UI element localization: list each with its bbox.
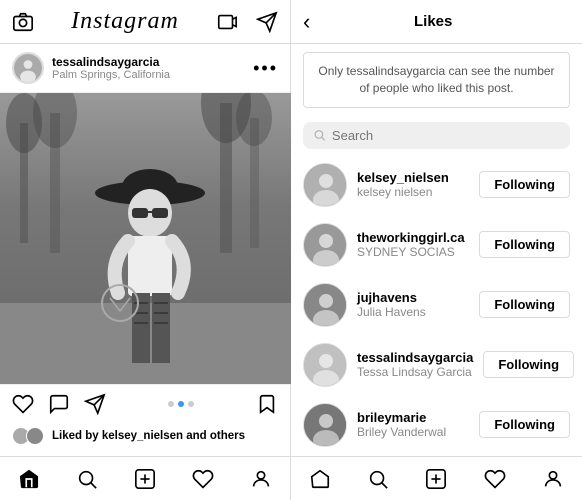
- follow-button[interactable]: Following: [479, 171, 570, 198]
- like-username: kelsey_nielsen: [357, 170, 469, 185]
- follow-button[interactable]: Following: [479, 411, 570, 438]
- post-user-avatar[interactable]: [12, 52, 44, 84]
- liked-avatars: [12, 427, 44, 445]
- search-bar[interactable]: [303, 122, 570, 149]
- search-nav-icon-right[interactable]: [367, 468, 389, 490]
- user-info: tessalindsaygarcia Palm Springs, Califor…: [52, 55, 170, 81]
- post-image-content: [0, 93, 291, 384]
- post-options-button[interactable]: •••: [253, 58, 278, 79]
- activity-icon-right[interactable]: [484, 468, 506, 490]
- profile-icon-right[interactable]: [542, 468, 564, 490]
- search-nav-icon[interactable]: [76, 468, 98, 490]
- liked-avatar-2: [26, 427, 44, 445]
- post-actions-left: [12, 393, 106, 415]
- user-bar: tessalindsaygarcia Palm Springs, Califor…: [0, 44, 290, 93]
- post-image: [0, 93, 291, 384]
- likes-title: Likes: [318, 13, 548, 30]
- like-item: theworkinggirl.caSYDNEY SOCIAS Following: [291, 215, 582, 275]
- like-info: theworkinggirl.caSYDNEY SOCIAS: [357, 230, 469, 259]
- privacy-notice: Only tessalindsaygarcia can see the numb…: [303, 52, 570, 108]
- activity-icon[interactable]: [192, 468, 214, 490]
- post-actions-bar: [0, 384, 290, 423]
- right-footer-nav: [291, 456, 582, 500]
- like-info: jujhavensJulia Havens: [357, 290, 469, 319]
- like-display: Julia Havens: [357, 305, 469, 319]
- like-item: jujhavensJulia Havens Following: [291, 275, 582, 335]
- liked-by-text: Liked by kelsey_nielsen and others: [52, 430, 245, 442]
- home-icon[interactable]: [18, 468, 40, 490]
- igtv-icon[interactable]: [216, 11, 238, 33]
- post-location: Palm Springs, California: [52, 69, 170, 81]
- page-dot-3: [188, 401, 194, 407]
- like-avatar[interactable]: [303, 163, 347, 207]
- like-avatar[interactable]: [303, 283, 347, 327]
- home-icon-right[interactable]: [309, 468, 331, 490]
- back-button[interactable]: ‹: [303, 9, 310, 35]
- bookmark-icon[interactable]: [256, 393, 278, 415]
- left-panel: Instagram tessali: [0, 0, 291, 500]
- page-dot-1: [168, 401, 174, 407]
- like-username: tessalindsaygarcia: [357, 350, 473, 365]
- like-info: brileymarieBriley Vanderwal: [357, 410, 469, 439]
- like-icon[interactable]: [12, 393, 34, 415]
- follow-button[interactable]: Following: [479, 291, 570, 318]
- like-item: tessalindsaygarciaTessa Lindsay Garcia F…: [291, 335, 582, 395]
- like-avatar[interactable]: [303, 343, 347, 387]
- like-display: SYDNEY SOCIAS: [357, 245, 469, 259]
- camera-icon[interactable]: [12, 11, 34, 33]
- search-input[interactable]: [332, 128, 560, 143]
- profile-icon[interactable]: [250, 468, 272, 490]
- right-panel: ‹ Likes Only tessalindsaygarcia can see …: [291, 0, 582, 500]
- like-avatar[interactable]: [303, 403, 347, 447]
- app-title: Instagram: [71, 8, 179, 35]
- follow-button[interactable]: Following: [483, 351, 574, 378]
- left-header-right-icons: [216, 11, 278, 33]
- left-footer-nav: [0, 456, 290, 500]
- post-username[interactable]: tessalindsaygarcia: [52, 55, 170, 69]
- like-username: theworkinggirl.ca: [357, 230, 469, 245]
- likes-list: kelsey_nielsenkelsey nielsen Following t…: [291, 155, 582, 456]
- page-dot-2: [178, 401, 184, 407]
- comment-icon[interactable]: [48, 393, 70, 415]
- follow-button[interactable]: Following: [479, 231, 570, 258]
- add-post-icon[interactable]: [134, 468, 156, 490]
- add-post-icon-right[interactable]: [425, 468, 447, 490]
- like-username: jujhavens: [357, 290, 469, 305]
- liked-bar: Liked by kelsey_nielsen and others: [0, 423, 290, 453]
- like-display: kelsey nielsen: [357, 185, 469, 199]
- share-icon[interactable]: [84, 393, 106, 415]
- post-page-indicator: [168, 401, 194, 407]
- like-display: Tessa Lindsay Garcia: [357, 365, 473, 379]
- like-info: kelsey_nielsenkelsey nielsen: [357, 170, 469, 199]
- right-header: ‹ Likes: [291, 0, 582, 44]
- left-header: Instagram: [0, 0, 290, 44]
- like-item: kelsey_nielsenkelsey nielsen Following: [291, 155, 582, 215]
- user-bar-left: tessalindsaygarcia Palm Springs, Califor…: [12, 52, 170, 84]
- search-bar-icon: [313, 128, 326, 142]
- like-item: brileymarieBriley Vanderwal Following: [291, 395, 582, 455]
- like-info: tessalindsaygarciaTessa Lindsay Garcia: [357, 350, 473, 379]
- like-avatar[interactable]: [303, 223, 347, 267]
- like-display: Briley Vanderwal: [357, 425, 469, 439]
- direct-icon[interactable]: [256, 11, 278, 33]
- left-header-left-icons: [12, 11, 34, 33]
- like-username: brileymarie: [357, 410, 469, 425]
